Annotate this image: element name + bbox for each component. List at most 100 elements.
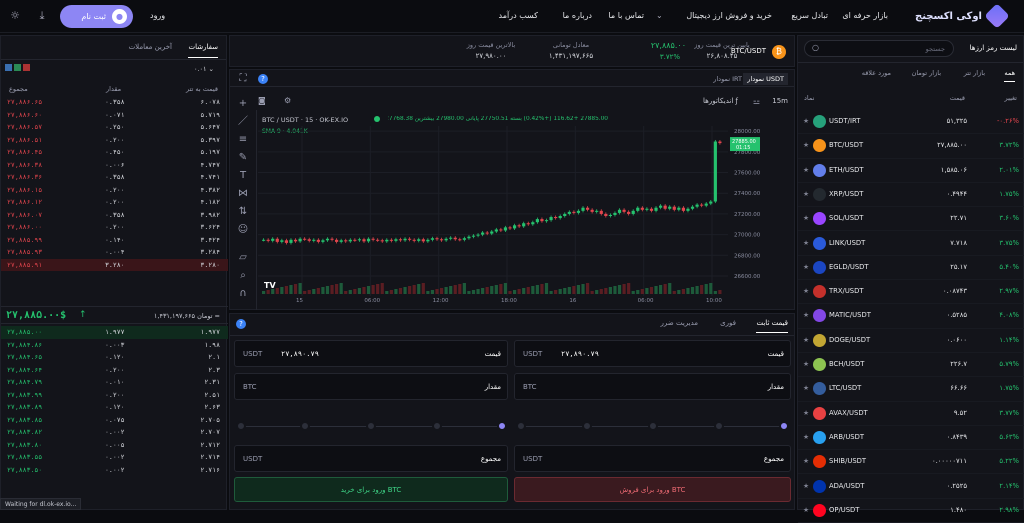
star-icon[interactable]: ★ (803, 360, 809, 368)
star-icon[interactable]: ★ (803, 263, 809, 271)
star-icon[interactable]: ★ (803, 214, 809, 222)
market-row[interactable]: ★XRP/USDT۰.۴۹۴۴۱.۷۵% (798, 183, 1024, 207)
candlestick-chart[interactable]: 28000.0027800.0027600.0027400.0027200.00… (258, 124, 794, 310)
view-asks-icon[interactable] (23, 64, 30, 71)
bid-row[interactable]: ۲۷,۸۸۳.۵۵۰.۰۰۲۲.۷۱۴ (1, 451, 228, 464)
nav-contact[interactable]: تماس با ما (608, 11, 644, 20)
pattern-icon[interactable]: ⋈ (237, 188, 249, 200)
sell-price-field[interactable]: قیمت ۲۷,۸۹۰.۷۹ USDT (234, 340, 508, 367)
market-row[interactable]: ★SHIB/USDT۰.۰۰۰۰۰۷۱۱۵.۲۲% (798, 450, 1024, 474)
star-icon[interactable]: ★ (803, 433, 809, 441)
ask-row[interactable]: ۲۷,۸۸۶.۵۷۰.۲۵۰۵.۶۴۷ (1, 121, 228, 134)
precision-select[interactable]: ۰.۰۱ ⌄ (194, 65, 214, 73)
search-input[interactable]: ○ جستجو (804, 40, 954, 57)
tab-recent-trades[interactable]: آخرین معاملات (129, 43, 172, 51)
crosshair-icon[interactable]: + (237, 98, 249, 110)
indicators-button[interactable]: اندیکاتورها ƒ (703, 97, 738, 105)
chevron-down-icon[interactable]: ⌄ (656, 11, 663, 20)
trendline-icon[interactable]: ／ (237, 116, 249, 128)
star-icon[interactable]: ★ (803, 409, 809, 417)
star-icon[interactable]: ★ (803, 311, 809, 319)
market-row[interactable]: ★TRX/USDT۰.۰۸۷۴۳۲.۹۷% (798, 280, 1024, 304)
ask-row[interactable]: ۲۷,۸۸۵.۹۱۳.۲۸۰۳.۲۸۰ (1, 259, 228, 272)
star-icon[interactable]: ★ (803, 190, 809, 198)
ask-row[interactable]: ۲۷,۸۸۵.۹۹۰.۱۴۰۳.۴۲۴ (1, 234, 228, 247)
signup-button[interactable]: ثبت نام ● (60, 5, 133, 28)
ask-row[interactable]: ۲۷,۸۸۶.۱۲۰.۲۰۰۴.۱۸۲ (1, 196, 228, 209)
slider-step[interactable] (516, 421, 526, 431)
star-icon[interactable]: ★ (803, 482, 809, 490)
slider-step[interactable] (236, 421, 246, 431)
market-row[interactable]: ★ETH/USDT۱,۵۸۵.۰۶۲.۰۱% (798, 159, 1024, 183)
ask-row[interactable]: ۲۷,۸۸۶.۵۱۰.۲۰۰۵.۳۹۷ (1, 134, 228, 147)
ruler-icon[interactable]: ▱ (237, 252, 249, 264)
slider-knob[interactable] (497, 421, 507, 431)
ask-row[interactable]: ۲۷,۸۸۶.۰۷۰.۳۵۸۳.۹۸۲ (1, 209, 228, 222)
market-row[interactable]: ★SOL/USDT۲۲.۷۱۳.۶۰% (798, 207, 1024, 231)
market-row[interactable]: ★AVAX/USDT۹.۵۲۳.۷۷% (798, 402, 1024, 426)
view-both-icon[interactable] (5, 64, 12, 71)
bid-row[interactable]: ۲۷,۸۸۴.۷۹۰.۰۱۰۲.۳۱ (1, 376, 228, 389)
brush-icon[interactable]: ✎ (237, 152, 249, 164)
camera-icon[interactable]: ◙ (258, 96, 266, 105)
nav-buy-sell[interactable]: خرید و فروش ارز دیجیتال (686, 11, 772, 20)
star-icon[interactable]: ★ (803, 384, 809, 392)
bid-row[interactable]: ۲۷,۸۸۳.۸۵۰.۰۷۵۲.۷۰۵ (1, 414, 228, 427)
bid-row[interactable]: ۲۷,۸۸۳.۹۹۰.۲۰۰۲.۵۱ (1, 389, 228, 402)
market-tab-all[interactable]: همه (1004, 69, 1015, 82)
zoom-icon[interactable]: ⌕ (237, 270, 249, 282)
ask-row[interactable]: ۲۷,۸۸۶.۱۵۰.۲۰۰۴.۳۸۲ (1, 184, 228, 197)
market-row[interactable]: ★ADA/USDT۰.۲۵۲۵۲.۱۴% (798, 475, 1024, 499)
tab-limit[interactable]: قیمت ثابت (756, 319, 788, 333)
buy-total-field[interactable]: مجموع USDT (514, 445, 791, 472)
bid-row[interactable]: ۲۷,۸۸۳.۸۰۰.۰۰۵۲.۷۱۲ (1, 439, 228, 452)
star-icon[interactable]: ★ (803, 457, 809, 465)
login-link[interactable]: ورود (150, 11, 165, 20)
emoji-icon[interactable]: ☺ (237, 224, 249, 236)
market-row[interactable]: ★USDT/IRT۵۱,۳۲۵-۰.۲۶% (798, 110, 1024, 134)
bid-row[interactable]: ۲۷,۸۸۴.۶۴۰.۲۰۰۲.۳ (1, 364, 228, 377)
tab-market[interactable]: فوری (720, 319, 736, 327)
bid-row[interactable]: ۲۷,۸۸۳.۵۰۰.۰۰۲۲.۷۱۶ (1, 464, 228, 477)
market-row[interactable]: ★LINK/USDT۷.۷۱۸۳.۷۵% (798, 232, 1024, 256)
ask-row[interactable]: ۲۷,۸۸۶.۳۶۰.۳۵۸۴.۷۴۱ (1, 171, 228, 184)
slider-step[interactable] (432, 421, 442, 431)
download-icon[interactable]: ⤓ (35, 9, 49, 23)
tab-chart-usdt[interactable]: نمودار USDT (743, 73, 788, 85)
tab-stop[interactable]: مدیریت ضرر (661, 319, 698, 327)
buy-price-field[interactable]: قیمت ۲۷,۸۹۰.۷۹ USDT (514, 340, 791, 367)
nav-quick-swap[interactable]: تبادل سریع (791, 11, 828, 20)
nav-about[interactable]: درباره ما (563, 11, 592, 20)
sell-total-field[interactable]: مجموع USDT (234, 445, 508, 472)
trade-help-icon[interactable]: ? (236, 319, 246, 329)
market-row[interactable]: ★LTC/USDT۶۶.۶۶۱.۷۵% (798, 377, 1024, 401)
magnet-icon[interactable]: ∩ (237, 288, 249, 300)
bid-row[interactable]: ۲۷,۸۸۵.۰۰۱.۹۷۷۱.۹۷۷ (1, 326, 228, 339)
market-tab-usdt[interactable]: بازار تتر (964, 69, 985, 77)
sell-percent-slider[interactable] (240, 426, 504, 427)
buy-amount-field[interactable]: مقدار BTC (514, 373, 791, 400)
ask-row[interactable]: ۲۷,۸۸۶.۶۰۰.۰۷۱۵.۷۱۹ (1, 109, 228, 122)
bid-row[interactable]: ۲۷,۸۸۴.۶۵۰.۱۲۰۲.۱ (1, 351, 228, 364)
market-tab-favorites[interactable]: مورد علاقه (862, 69, 891, 77)
fib-icon[interactable]: ≡ (237, 134, 249, 146)
star-icon[interactable]: ★ (803, 336, 809, 344)
nav-pro-market[interactable]: بازار حرفه ای (842, 11, 888, 20)
star-icon[interactable]: ★ (803, 287, 809, 295)
market-row[interactable]: ★DOGE/USDT۰.۰۶۰۰۱.۱۴% (798, 329, 1024, 353)
ask-row[interactable]: ۲۷,۸۸۵.۹۳۰.۰۰۴۳.۲۸۴ (1, 246, 228, 259)
market-row[interactable]: ★EGLD/USDT۲۵.۱۷۵.۴۰% (798, 256, 1024, 280)
market-tab-irt[interactable]: بازار تومان (912, 69, 941, 77)
login-to-buy-button[interactable]: ورود برای فروش BTC (514, 477, 791, 502)
bid-row[interactable]: ۲۷,۸۸۴.۸۶۰.۰۰۳۱.۹۸ (1, 339, 228, 352)
ask-row[interactable]: ۲۷,۸۸۶.۳۸۰.۰۰۶۴.۷۴۷ (1, 159, 228, 172)
nav-earn[interactable]: کسب درآمد (499, 11, 538, 20)
view-bids-icon[interactable] (14, 64, 21, 71)
slider-step[interactable] (300, 421, 310, 431)
text-icon[interactable]: T (237, 170, 249, 182)
ask-row[interactable]: ۲۷,۸۸۶.۰۰۰.۲۰۰۳.۶۲۴ (1, 221, 228, 234)
settings-gear-icon[interactable]: ⚙ (284, 96, 291, 105)
bid-row[interactable]: ۲۷,۸۸۳.۸۲۰.۰۰۲۲.۷۰۷ (1, 426, 228, 439)
sun-icon[interactable]: ☼ (8, 9, 22, 23)
fullscreen-icon[interactable]: ⛶ (237, 73, 249, 85)
